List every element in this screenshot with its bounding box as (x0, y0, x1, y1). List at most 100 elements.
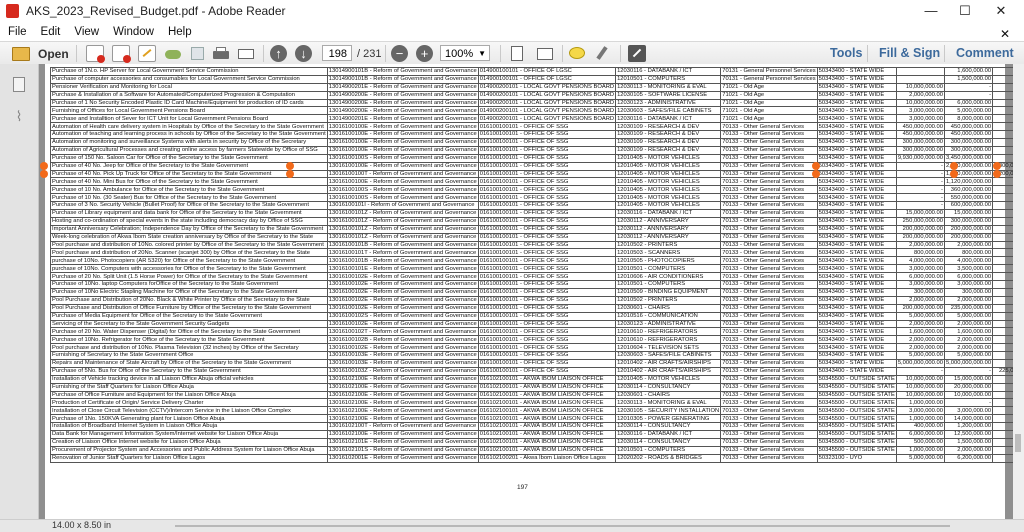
open-button[interactable]: Open (12, 44, 69, 63)
menu-help[interactable]: Help (160, 23, 198, 38)
menu-window[interactable]: Window (105, 23, 160, 38)
table-cell (992, 145, 1013, 155)
fit-width-icon[interactable] (536, 45, 554, 62)
page-number-input[interactable]: 198 (322, 45, 352, 61)
table-cell: 12030116 - DATABANK / ICT (615, 114, 722, 124)
table-cell: 2,000,000.00 (895, 319, 945, 329)
table-cell: 70133 - Other General Services (720, 406, 818, 416)
table-cell (992, 414, 1013, 424)
highlight-pen-icon[interactable] (593, 45, 611, 62)
table-cell: 550,000,000.00 (943, 193, 994, 203)
table-cell: Purchase of 20 No. Water Dispenser (Digi… (50, 327, 328, 337)
table-cell: 50343400 - STATE WIDE (816, 264, 897, 274)
zoom-in-icon[interactable]: + (416, 45, 433, 62)
table-cell (992, 327, 1013, 337)
table-cell: 016100100101 - OFFICE OF SSG (477, 256, 617, 266)
table-cell: 50343400 - STATE WIDE (816, 177, 897, 187)
table-cell: 016100100101 - OFFICE OF SSG (477, 303, 617, 313)
table-cell: 016102100101 - AKWA IBOM LIAISON OFFICE (477, 445, 617, 455)
export-pdf-icon[interactable] (112, 45, 131, 63)
email-icon[interactable] (237, 45, 255, 62)
maximize-button[interactable]: ☐ (948, 0, 982, 22)
highlight-marker (40, 162, 48, 170)
table-cell: Repairs and Maintenance of State Aircraf… (50, 358, 328, 368)
table-cell: 13014900200E - Reform of Government and … (326, 98, 479, 108)
fit-page-icon[interactable] (508, 45, 526, 62)
table-cell: 016102100101 - AKWA IBOM LIAISON OFFICE (477, 429, 617, 439)
table-cell: 70133 - Other General Services (720, 390, 818, 400)
table-cell: 12010610 - REFRIGERATORS (615, 335, 722, 345)
table-cell: 13016102100E - Reform of Government and … (326, 382, 479, 392)
table-cell: Pool purchase and distribution of 10No. … (50, 240, 328, 250)
table-cell: 12030123 - ADMINISTRATIVE (615, 319, 722, 329)
table-cell: 50343400 - STATE WIDE (816, 201, 897, 211)
table-cell: 016100100101 - OFFICE OF SSG (477, 272, 617, 282)
table-cell: 5,000,000,000.00 (943, 358, 994, 368)
table-cell: 225,000,000.00 (992, 366, 1013, 376)
full-screen-icon[interactable] (628, 45, 646, 62)
table-cell: 13016102100E - Reform of Government and … (326, 414, 479, 424)
create-pdf-icon[interactable] (86, 45, 105, 63)
page-thumbnails-icon[interactable] (11, 76, 27, 92)
table-cell: 014900200101 - LOCAL GOVT PENSIONS BOARD (477, 98, 617, 108)
document-view[interactable]: Purchase of 1N.o. HP Server for Local Go… (39, 64, 1013, 519)
close-button[interactable]: ✕ (984, 0, 1018, 22)
table-cell: 13016100102T - Reform of Government and … (326, 327, 479, 337)
table-cell: 13016100103Z - Reform of Government and … (326, 366, 479, 376)
table-cell: 12030109 - RESEARCH & DEV (615, 145, 722, 155)
table-cell: 016100100101 - OFFICE OF SSG (477, 216, 617, 226)
table-cell: 12010610 - REFRIGERATORS (615, 327, 722, 337)
close-document-icon[interactable]: ✕ (992, 24, 1016, 41)
table-cell: 12030109 - RESEARCH & DEV (615, 138, 722, 147)
edit-pdf-icon[interactable] (138, 45, 156, 62)
table-cell: Purchase of 40 No. Mini Bus for Office o… (50, 177, 328, 187)
table-cell: 70133 - Other General Services (720, 248, 818, 258)
previous-page-icon[interactable]: ↑ (270, 45, 287, 62)
table-cell: 1,500,000.00 (943, 74, 994, 84)
menu-view[interactable]: View (66, 23, 105, 38)
horizontal-scrollbar[interactable] (175, 525, 950, 527)
save-icon[interactable] (189, 45, 207, 62)
minimize-button[interactable]: — (914, 0, 948, 22)
zoom-level-select[interactable]: 100% ▼ (440, 45, 490, 61)
table-cell: 10,000,000.00 (895, 82, 945, 92)
comment-bubble-icon[interactable] (568, 45, 586, 62)
table-cell: 016100100101 - OFFICE OF SSG (477, 351, 617, 360)
table-cell: 20,000,000.00 (943, 382, 994, 392)
fill-sign-pane-link[interactable]: Fill & Sign (879, 46, 940, 60)
table-cell: Purchase of 10 No. Ambulance for Office … (50, 185, 328, 195)
comment-pane-link[interactable]: Comment (956, 46, 1014, 60)
scrollbar-thumb[interactable] (1015, 434, 1021, 452)
table-cell: 500,000.00 (895, 437, 945, 447)
table-cell: 016102100101 - AKWA IBOM LIAISON OFFICE (477, 382, 617, 392)
table-cell: 016100100101 - OFFICE OF SSG (477, 169, 617, 179)
table-cell: 50345500 - OUTSIDE STATE (816, 445, 897, 455)
table-cell (992, 248, 1013, 258)
table-cell: 12030601 - CHAIRS (615, 390, 722, 400)
tools-pane-link[interactable]: Tools (830, 46, 862, 60)
highlight-marker (993, 170, 1001, 178)
table-cell: purchase of 10No. Computers with accesso… (50, 264, 328, 274)
table-cell: 016100100101 - OFFICE OF SSG (477, 145, 617, 155)
table-cell: 15,000,000.00 (943, 374, 994, 384)
table-cell: 450,000,000.00 (943, 122, 994, 132)
cloud-upload-icon[interactable] (164, 45, 182, 62)
menu-file[interactable]: File (0, 23, 33, 38)
table-row: Week-long celebration of Akwa Ibom State… (50, 232, 1013, 242)
table-cell: 200,000,000.00 (943, 232, 994, 242)
table-cell: 450,000,000.00 (895, 130, 945, 140)
table-cell: 50343400 - STATE WIDE (816, 74, 897, 84)
next-page-icon[interactable]: ↓ (295, 45, 312, 62)
table-row: Installation of Vehicle tracking device … (50, 374, 1013, 384)
table-cell: Purchase of 20 No. Split Unit (1.5 Horse… (50, 272, 328, 282)
table-row: Automation of Health care delivery syste… (50, 122, 1013, 132)
table-cell: 71021 - Old Age (720, 90, 818, 100)
zoom-out-icon[interactable]: − (391, 45, 408, 62)
table-cell: 2,000,000.00 (943, 295, 994, 305)
table-row: Creation of Liaison Office Internet webs… (50, 437, 1013, 447)
attachments-paperclip-icon[interactable]: ⌇ (11, 108, 27, 124)
print-icon[interactable] (212, 45, 230, 62)
table-cell: 50345500 - OUTSIDE STATE (816, 382, 897, 392)
menu-edit[interactable]: Edit (33, 23, 67, 38)
vertical-scrollbar[interactable] (1013, 64, 1024, 519)
